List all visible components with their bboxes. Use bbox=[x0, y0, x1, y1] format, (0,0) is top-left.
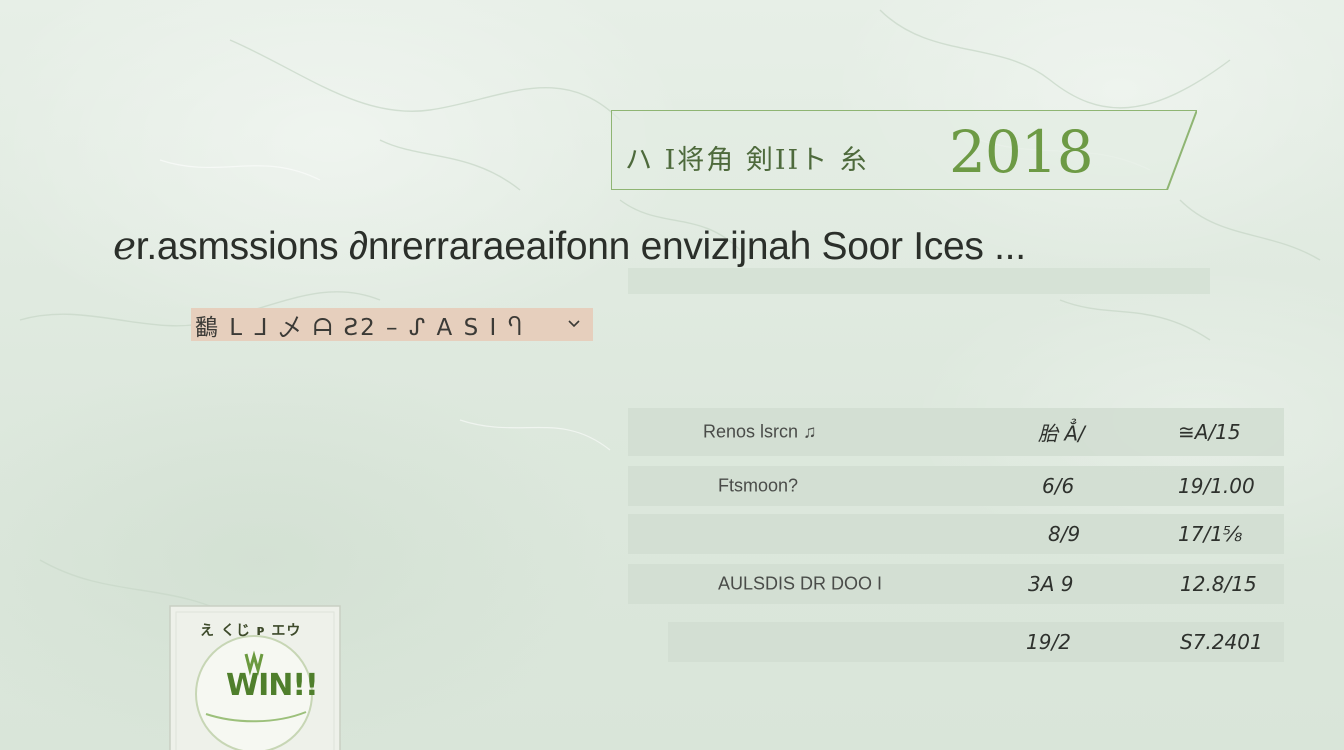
row-col2: 12.8/15 bbox=[1180, 572, 1257, 596]
table-row: 8/9 17/1⅝ bbox=[628, 514, 1284, 554]
table-row: 19/2 S7.2401 bbox=[668, 622, 1284, 662]
row-col2: 19/1.00 bbox=[1178, 474, 1255, 498]
package-caption: え くじ ᴩ エウ bbox=[200, 623, 302, 639]
package-logo-text: WIN!! bbox=[226, 668, 319, 703]
row-label: Ftsmoon? bbox=[718, 475, 799, 496]
table-row: Ftsmoon? 6/6 19/1.00 bbox=[628, 466, 1284, 506]
product-package: え くじ ᴩ エウ WIN!! bbox=[166, 604, 341, 750]
row-col1: 3A 9 bbox=[1028, 572, 1074, 596]
table-row: Renos lsrcn ♫ 胎 Ẳ/ ≅A/15 bbox=[628, 408, 1284, 456]
row-col1: 19/2 bbox=[1026, 630, 1071, 654]
row-col1: 8/9 bbox=[1048, 522, 1081, 546]
row-label: AULSDIS DR DOO I bbox=[718, 573, 883, 594]
row-label: Renos lsrcn ♫ bbox=[703, 421, 817, 442]
table-row: AULSDIS DR DOO I 3A 9 12.8/15 bbox=[628, 564, 1284, 604]
row-col2: S7.2401 bbox=[1180, 630, 1263, 654]
row-col1: 胎 Ẳ/ bbox=[1038, 421, 1085, 446]
row-col2: ≅A/15 bbox=[1178, 420, 1241, 444]
row-col1: 6/6 bbox=[1042, 474, 1075, 498]
row-col2: 17/1⅝ bbox=[1178, 522, 1243, 546]
